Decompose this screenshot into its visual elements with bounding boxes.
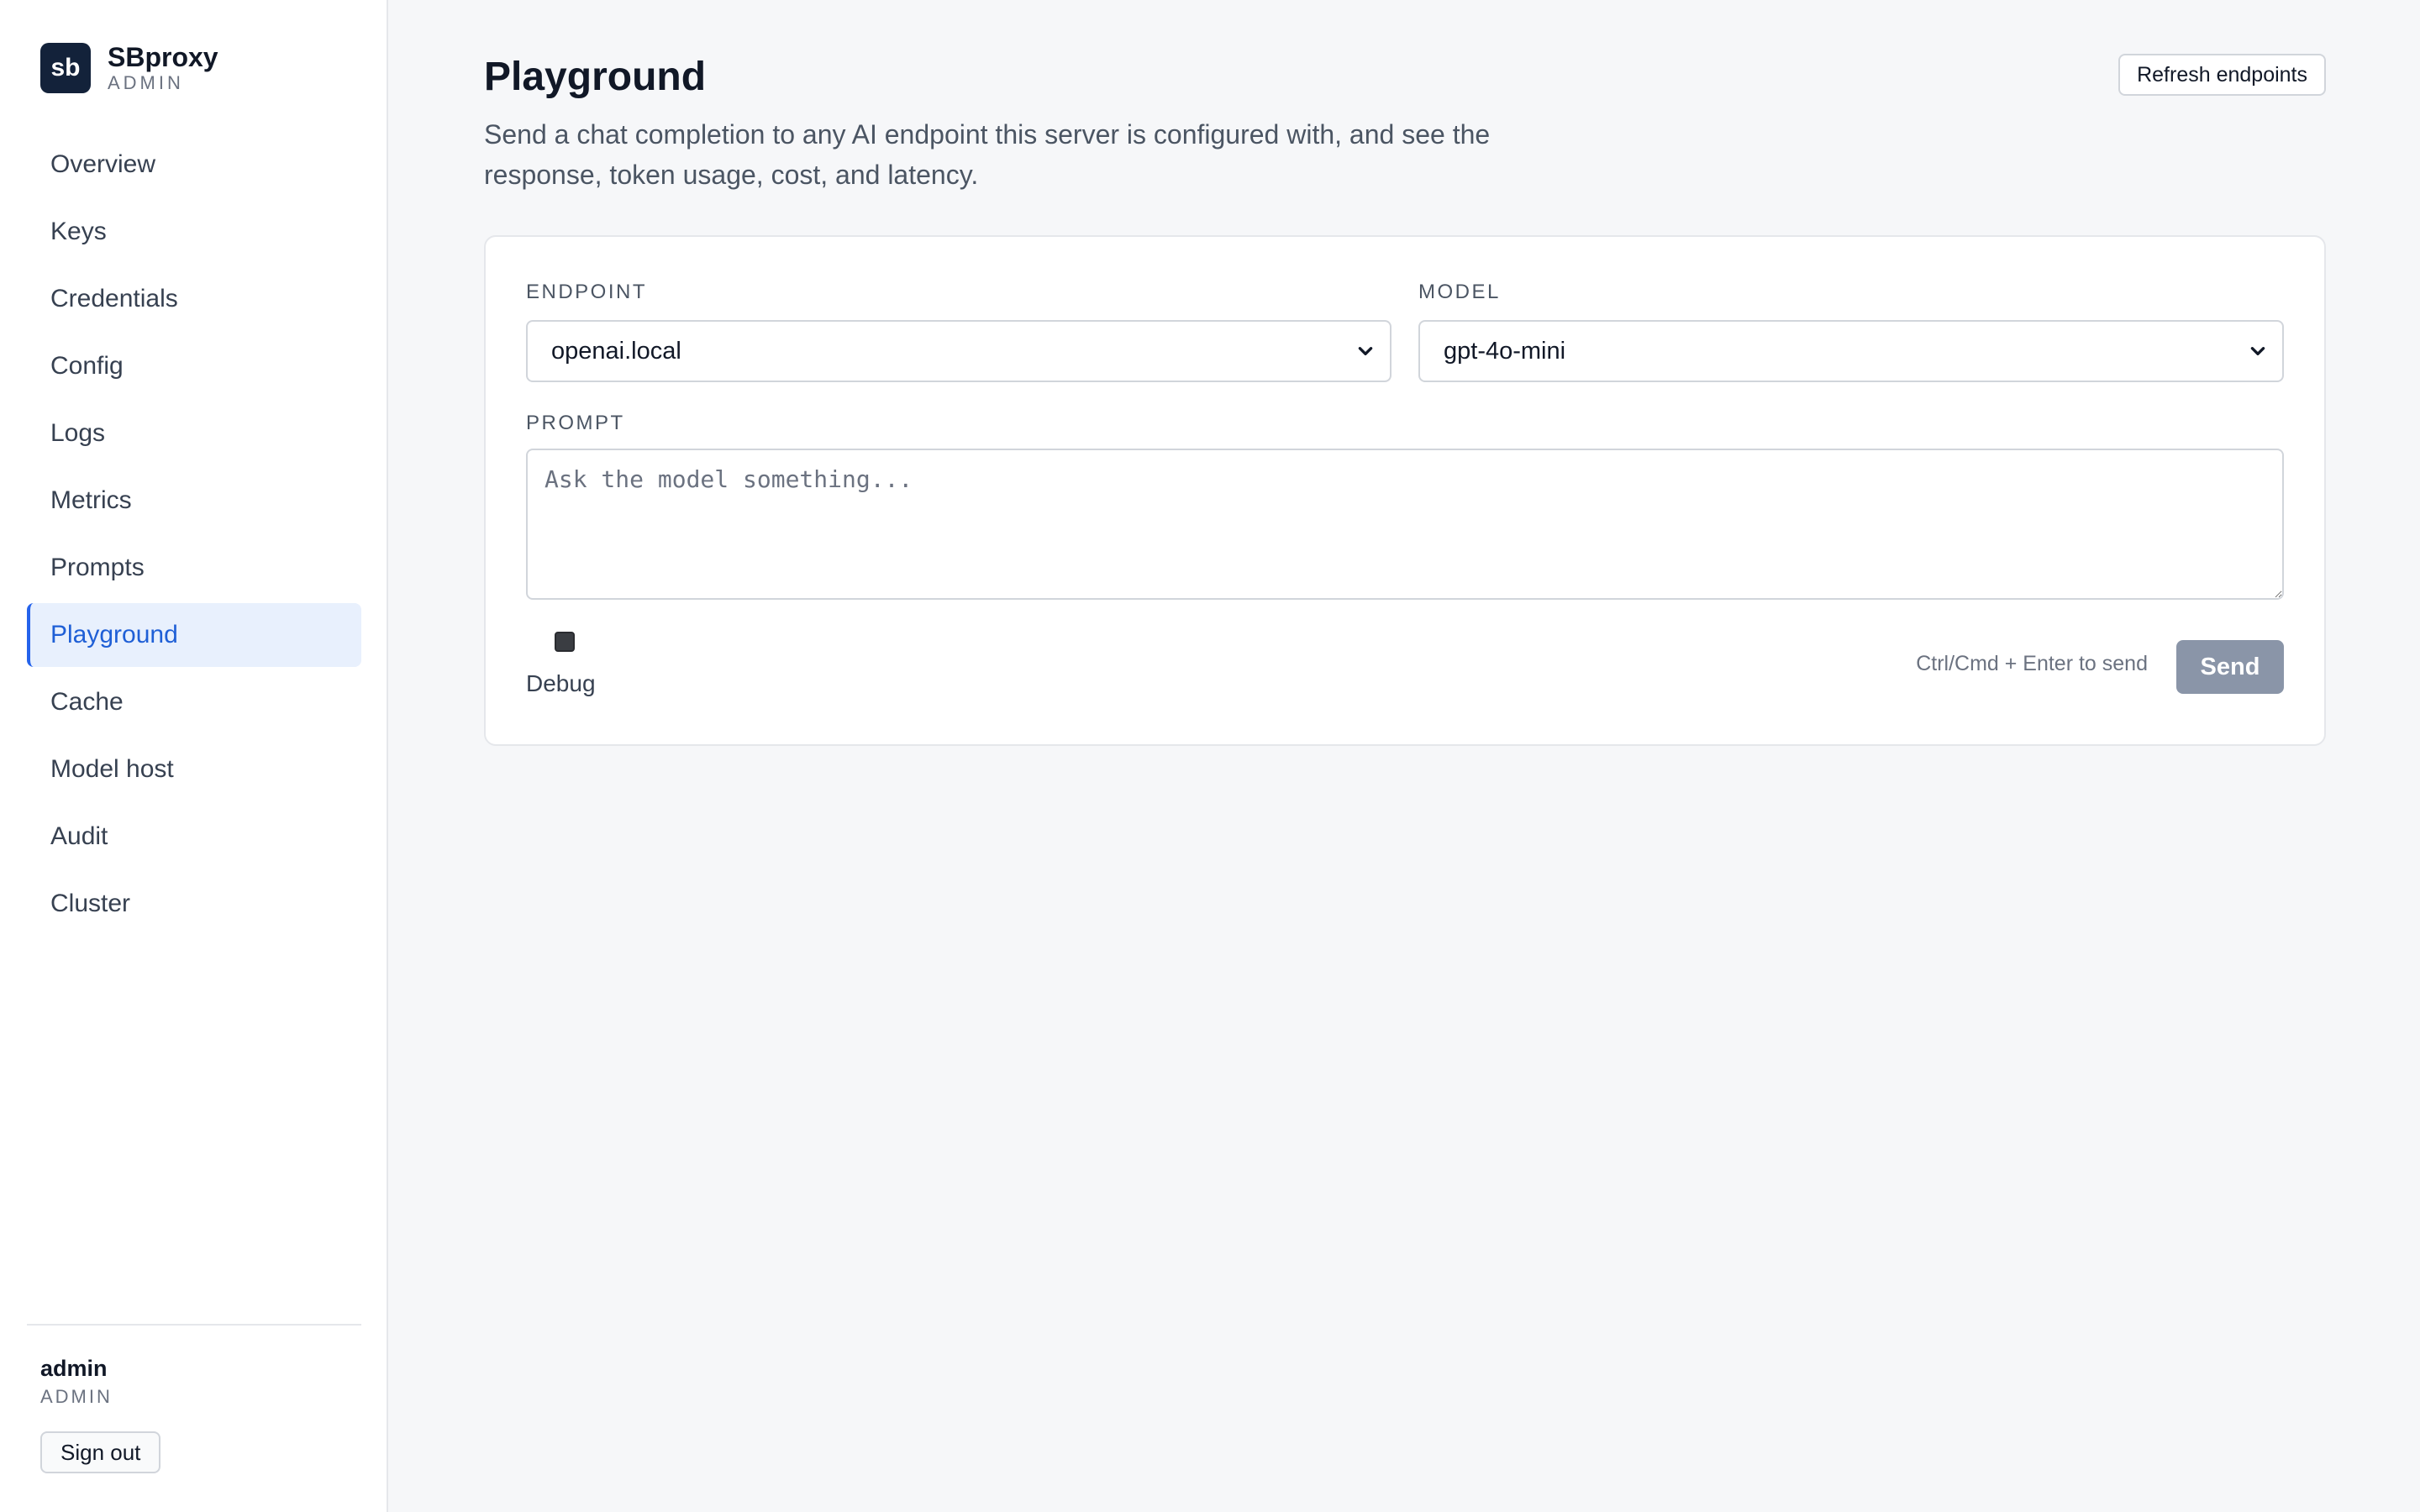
sidebar-item-prompts[interactable]: Prompts	[27, 536, 361, 600]
sidebar-item-credentials[interactable]: Credentials	[27, 267, 361, 331]
sidebar-item-playground[interactable]: Playground	[27, 603, 361, 667]
refresh-endpoints-button[interactable]: Refresh endpoints	[2118, 54, 2326, 96]
prompt-input[interactable]	[526, 449, 2284, 600]
debug-label: Debug	[526, 670, 596, 696]
sidebar-item-metrics[interactable]: Metrics	[27, 469, 361, 533]
sidebar-item-config[interactable]: Config	[27, 334, 361, 398]
logo: sb	[40, 43, 91, 93]
brand-name: SBproxy	[108, 42, 218, 72]
user-role: ADMIN	[40, 1386, 113, 1407]
endpoint-select[interactable]: openai.local	[526, 320, 1392, 382]
brand: sb SBproxy ADMIN	[40, 42, 218, 94]
model-select[interactable]: gpt-4o-mini	[1418, 320, 2284, 382]
brand-text: SBproxy ADMIN	[108, 42, 218, 94]
debug-checkbox[interactable]	[555, 632, 575, 652]
endpoint-label: ENDPOINT	[526, 281, 648, 303]
sidebar-item-cluster[interactable]: Cluster	[27, 872, 361, 936]
chevron-down-icon	[1358, 347, 1373, 355]
model-label: MODEL	[1418, 281, 1501, 303]
page-description: Send a chat completion to any AI endpoin…	[484, 119, 1491, 190]
sign-out-button[interactable]: Sign out	[40, 1431, 161, 1473]
playground-card: ENDPOINT openai.local MODEL gpt-4o-mini …	[484, 235, 2326, 746]
chevron-down-icon	[2250, 347, 2265, 355]
sidebar-item-model-host[interactable]: Model host	[27, 738, 361, 801]
user-name: admin	[40, 1356, 108, 1381]
sidebar: sb SBproxy ADMIN Overview Keys Credentia…	[0, 0, 388, 1512]
endpoint-select-value: openai.local	[551, 337, 681, 365]
sidebar-footer: admin ADMIN Sign out	[27, 1324, 361, 1473]
sidebar-item-keys[interactable]: Keys	[27, 200, 361, 264]
page-title: Playground	[484, 55, 707, 99]
brand-subtitle: ADMIN	[108, 72, 184, 93]
sidebar-item-logs[interactable]: Logs	[27, 402, 361, 465]
sidebar-item-overview[interactable]: Overview	[27, 133, 361, 197]
send-button[interactable]: Send	[2176, 640, 2284, 694]
sidebar-nav: Overview Keys Credentials Config Logs Me…	[27, 133, 361, 939]
model-select-value: gpt-4o-mini	[1444, 337, 1566, 365]
sidebar-item-audit[interactable]: Audit	[27, 805, 361, 869]
send-shortcut-hint: Ctrl/Cmd + Enter to send	[1916, 652, 2148, 675]
sidebar-item-cache[interactable]: Cache	[27, 670, 361, 734]
prompt-label: PROMPT	[526, 412, 625, 434]
